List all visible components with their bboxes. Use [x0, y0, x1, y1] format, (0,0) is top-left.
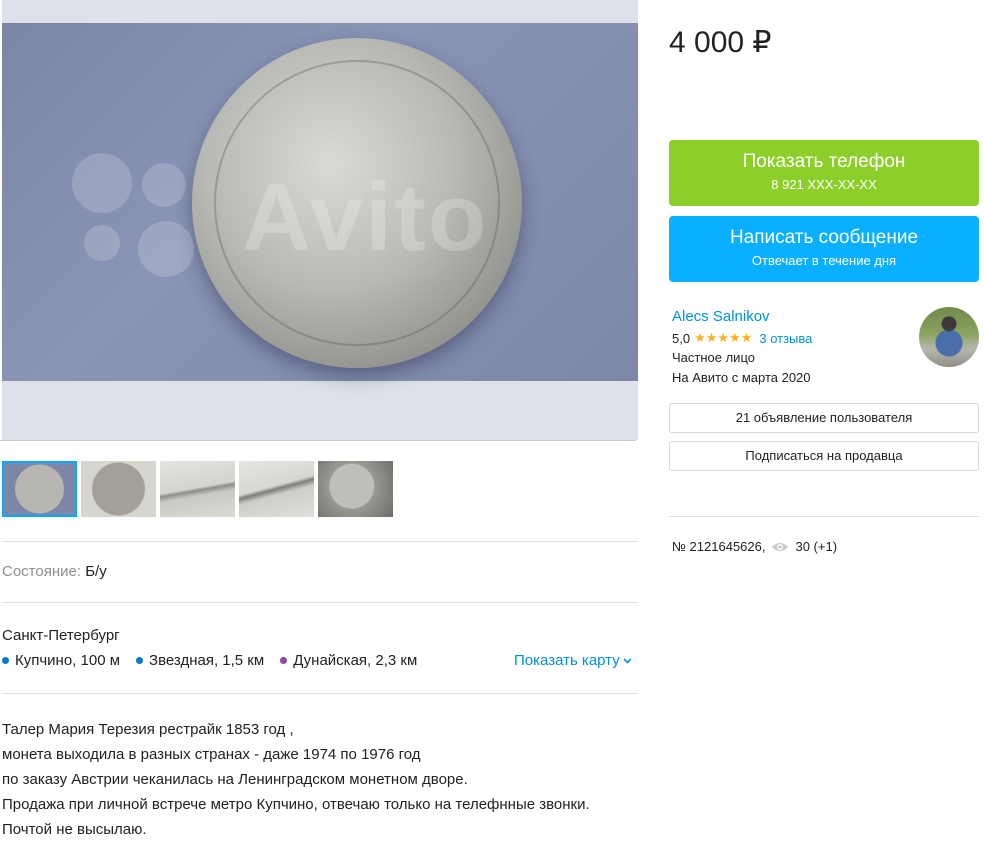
- subscribe-seller-button[interactable]: Подписаться на продавца: [669, 441, 979, 471]
- description-line: монета выходила в разных странах - даже …: [2, 746, 421, 763]
- divider: [2, 541, 638, 542]
- show-map-link[interactable]: Показать карту: [514, 652, 632, 669]
- show-phone-button[interactable]: Показать телефон 8 921 XXX-XX-XX: [669, 140, 979, 206]
- show-phone-label: Показать телефон: [742, 151, 906, 172]
- thumbnail-2[interactable]: [81, 461, 156, 517]
- description: Талер Мария Терезия рестрайк 1853 год , …: [2, 717, 638, 842]
- metro-station: Звездная, 1,5 км: [136, 652, 264, 669]
- coin-photo: Avito: [2, 23, 638, 381]
- seller-name-link[interactable]: Alecs Salnikov: [672, 308, 770, 325]
- description-line: Продажа при личной встрече метро Купчино…: [2, 796, 590, 813]
- ad-number: № 2121645626,: [672, 539, 766, 554]
- metro-station: Дунайская, 2,3 км: [280, 652, 417, 669]
- divider: [2, 693, 638, 694]
- thumbnail-3[interactable]: [160, 461, 235, 517]
- description-line: Почтой не высылаю.: [2, 821, 147, 838]
- response-time: Отвечает в течение дня: [751, 253, 897, 268]
- star-icons: ★★★★★: [694, 330, 753, 345]
- seller-avatar[interactable]: [919, 307, 979, 367]
- main-photo[interactable]: Avito: [2, 0, 638, 440]
- condition-value: Б/у: [85, 563, 107, 580]
- view-count: 30 (+1): [795, 539, 838, 554]
- thumbnail-1[interactable]: [2, 461, 77, 517]
- description-line: Талер Мария Терезия рестрайк 1853 год ,: [2, 721, 294, 738]
- metro-station: Купчино, 100 м: [2, 652, 120, 669]
- seller-rating: 5,0 ★★★★★ 3 отзыва: [672, 330, 812, 346]
- city: Санкт-Петербург: [2, 627, 120, 644]
- thumbnail-5[interactable]: [318, 461, 393, 517]
- user-ads-button[interactable]: 21 объявление пользователя: [669, 403, 979, 433]
- thumbnail-4[interactable]: [239, 461, 314, 517]
- reviews-link[interactable]: 3 отзыва: [759, 331, 812, 346]
- metro-line-dot: [136, 657, 144, 664]
- seller-type: Частное лицо: [672, 350, 755, 365]
- metro-station-name: Купчино, 100 м: [15, 652, 121, 669]
- watermark-text: Avito: [242, 164, 489, 271]
- show-map-label: Показать карту: [514, 652, 620, 669]
- metro-list: Купчино, 100 м Звездная, 1,5 км Дунайска…: [2, 652, 417, 669]
- condition-param: Состояние: Б/у: [2, 563, 107, 580]
- photo-divider: [0, 440, 636, 441]
- eye-icon: [772, 542, 789, 551]
- metro-line-dot: [2, 657, 9, 664]
- ad-meta: № 2121645626, 30 (+1): [672, 539, 837, 554]
- price: 4 000 ₽: [669, 26, 772, 59]
- seller-since: На Авито с марта 2020: [672, 370, 811, 385]
- chevron-down-icon: [623, 657, 632, 664]
- thumbnail-strip: [2, 461, 393, 517]
- write-message-button[interactable]: Написать сообщение Отвечает в течение дн…: [669, 216, 979, 282]
- metro-line-dot: [280, 657, 288, 664]
- write-message-label: Написать сообщение: [729, 227, 919, 248]
- metro-station-name: Звездная, 1,5 км: [149, 652, 265, 669]
- divider: [2, 602, 638, 603]
- rating-value: 5,0: [672, 330, 691, 346]
- phone-number-masked: 8 921 XXX-XX-XX: [771, 177, 877, 192]
- metro-station-name: Дунайская, 2,3 км: [293, 652, 418, 669]
- sidebar-divider: [669, 516, 979, 517]
- description-line: по заказу Австрии чеканилась на Ленингра…: [2, 771, 468, 788]
- condition-label: Состояние:: [2, 563, 82, 580]
